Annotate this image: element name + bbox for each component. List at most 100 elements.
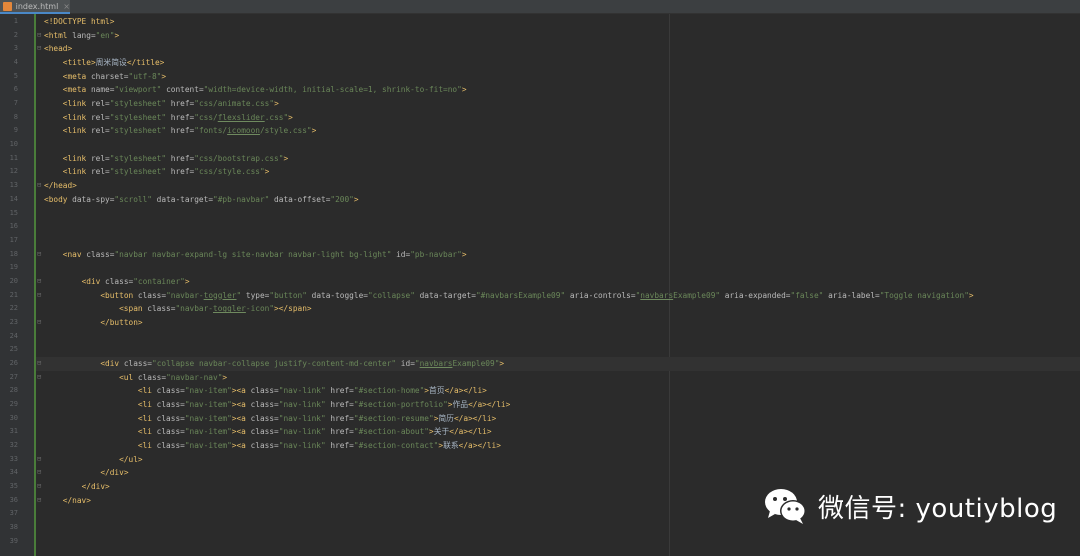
code-token: >: [283, 153, 289, 163]
fold-marker-icon[interactable]: ⊟: [37, 316, 41, 330]
code-token: <div: [100, 359, 124, 368]
code-token: id=: [391, 249, 411, 259]
code-line[interactable]: </div>: [44, 480, 110, 494]
code-token: toggler: [203, 290, 237, 300]
code-token: <ul: [119, 372, 138, 382]
tab-index-html[interactable]: index.html ×: [0, 0, 70, 14]
fold-marker-icon[interactable]: ⊟: [37, 453, 41, 467]
fold-marker-icon[interactable]: ⊟: [37, 357, 41, 371]
code-token: data-toggle=: [306, 290, 368, 300]
close-icon[interactable]: ×: [63, 2, 70, 11]
code-line[interactable]: <li class="nav-item"><a class="nav-link"…: [44, 412, 496, 426]
code-token: class=: [86, 249, 115, 259]
code-line[interactable]: <button class="navbar-toggler" type="but…: [44, 289, 973, 303]
code-token: aria-expanded=: [720, 290, 791, 300]
line-number: 15: [9, 208, 18, 217]
code-line[interactable]: <div class="container">: [44, 275, 190, 289]
code-line[interactable]: <link rel="stylesheet" href="css/style.c…: [44, 165, 270, 179]
code-line[interactable]: <li class="nav-item"><a class="nav-link"…: [44, 425, 492, 439]
code-token: "width=device-width, initial-scale=1, sh…: [203, 85, 462, 95]
vcs-change-marker: [34, 14, 36, 556]
code-line[interactable]: <head>: [44, 42, 72, 56]
code-token: class=: [250, 441, 279, 451]
code-token: <span: [119, 304, 148, 314]
code-token: <li: [137, 427, 157, 437]
code-token: aria-controls=: [565, 290, 636, 300]
code-token: </a></li>: [444, 386, 487, 396]
fold-marker-icon[interactable]: ⊟: [37, 466, 41, 480]
line-number: 26: [9, 359, 18, 367]
code-line[interactable]: </ul>: [44, 453, 142, 467]
code-token: >: [461, 249, 467, 259]
code-line[interactable]: <meta name="viewport" content="width=dev…: [44, 83, 467, 97]
code-line[interactable]: <link rel="stylesheet" href="css/flexsli…: [44, 111, 293, 125]
code-token: icomoon: [227, 126, 260, 136]
fold-marker-icon[interactable]: ⊟: [37, 275, 41, 289]
code-token: <meta: [62, 85, 91, 95]
line-number: 6: [13, 85, 18, 94]
code-line[interactable]: <html lang="en">: [44, 29, 119, 43]
code-line[interactable]: <!DOCTYPE html>: [44, 15, 114, 29]
code-token: "#section-about": [353, 427, 429, 437]
code-token: toggler: [213, 304, 246, 314]
line-number: 39: [9, 536, 18, 545]
code-token: "en": [95, 30, 115, 40]
code-token: "Toggle navigation": [879, 290, 969, 300]
code-line[interactable]: </head>: [44, 179, 77, 193]
line-number: 10: [9, 140, 18, 149]
code-token: <link: [62, 167, 91, 177]
code-line[interactable]: <span class="navbar-toggler-icon"></span…: [44, 302, 312, 316]
code-token: href=: [325, 413, 354, 423]
code-line[interactable]: <body data-spy="scroll" data-target="#pb…: [44, 193, 359, 207]
code-token: class=: [250, 413, 279, 423]
code-token: "css/: [194, 112, 218, 122]
code-token: lang=: [72, 30, 96, 40]
code-token: </button>: [100, 317, 143, 327]
code-line[interactable]: </button>: [44, 316, 143, 330]
code-line[interactable]: <div class="collapse navbar-collapse jus…: [44, 357, 504, 371]
code-token: class=: [137, 372, 167, 382]
code-line[interactable]: <link rel="stylesheet" href="fonts/icomo…: [44, 124, 317, 138]
code-line[interactable]: <li class="nav-item"><a class="nav-link"…: [44, 439, 501, 453]
code-token: content=: [161, 85, 204, 95]
code-line[interactable]: </nav>: [44, 494, 91, 508]
code-line[interactable]: <li class="nav-item"><a class="nav-link"…: [44, 398, 510, 412]
fold-marker-icon[interactable]: ⊟: [37, 42, 41, 56]
code-token: Example09": [452, 359, 500, 368]
code-line[interactable]: <title>周米简设</title>: [44, 56, 165, 70]
code-line[interactable]: <link rel="stylesheet" href="css/bootstr…: [44, 152, 288, 166]
code-token: <title>: [62, 58, 96, 68]
wechat-watermark: 微信号: youtiyblog: [762, 486, 1057, 526]
code-token: "nav-link": [278, 413, 326, 423]
code-token: id=: [396, 359, 415, 368]
code-token: class=: [105, 276, 134, 286]
fold-marker-icon[interactable]: ⊟: [37, 29, 41, 43]
fold-marker-icon[interactable]: ⊟: [37, 494, 41, 508]
code-line[interactable]: <li class="nav-item"><a class="nav-link"…: [44, 384, 487, 398]
code-token: href=: [325, 400, 354, 410]
code-token: "css/bootstrap.css": [194, 153, 284, 163]
code-token: >: [161, 71, 167, 81]
code-token: flexslider: [217, 112, 265, 122]
code-token: "pb-navbar": [410, 249, 462, 259]
code-token: href=: [166, 167, 195, 177]
code-token: class=: [156, 400, 185, 410]
code-line[interactable]: <ul class="navbar-nav">: [44, 371, 227, 385]
code-token: ><a: [231, 386, 251, 396]
fold-marker-icon[interactable]: ⊟: [37, 179, 41, 193]
code-line[interactable]: <meta charset="utf-8">: [44, 70, 166, 84]
code-token: "nav-item": [184, 441, 232, 451]
code-token: <div: [81, 276, 106, 286]
code-line[interactable]: </div>: [44, 466, 128, 480]
fold-marker-icon[interactable]: ⊟: [37, 289, 41, 303]
fold-marker-icon[interactable]: ⊟: [37, 248, 41, 262]
fold-marker-icon[interactable]: ⊟: [37, 480, 41, 494]
code-line[interactable]: <nav class="navbar navbar-expand-lg site…: [44, 248, 467, 262]
code-line[interactable]: <link rel="stylesheet" href="css/animate…: [44, 97, 279, 111]
fold-marker-icon[interactable]: ⊟: [37, 371, 41, 385]
